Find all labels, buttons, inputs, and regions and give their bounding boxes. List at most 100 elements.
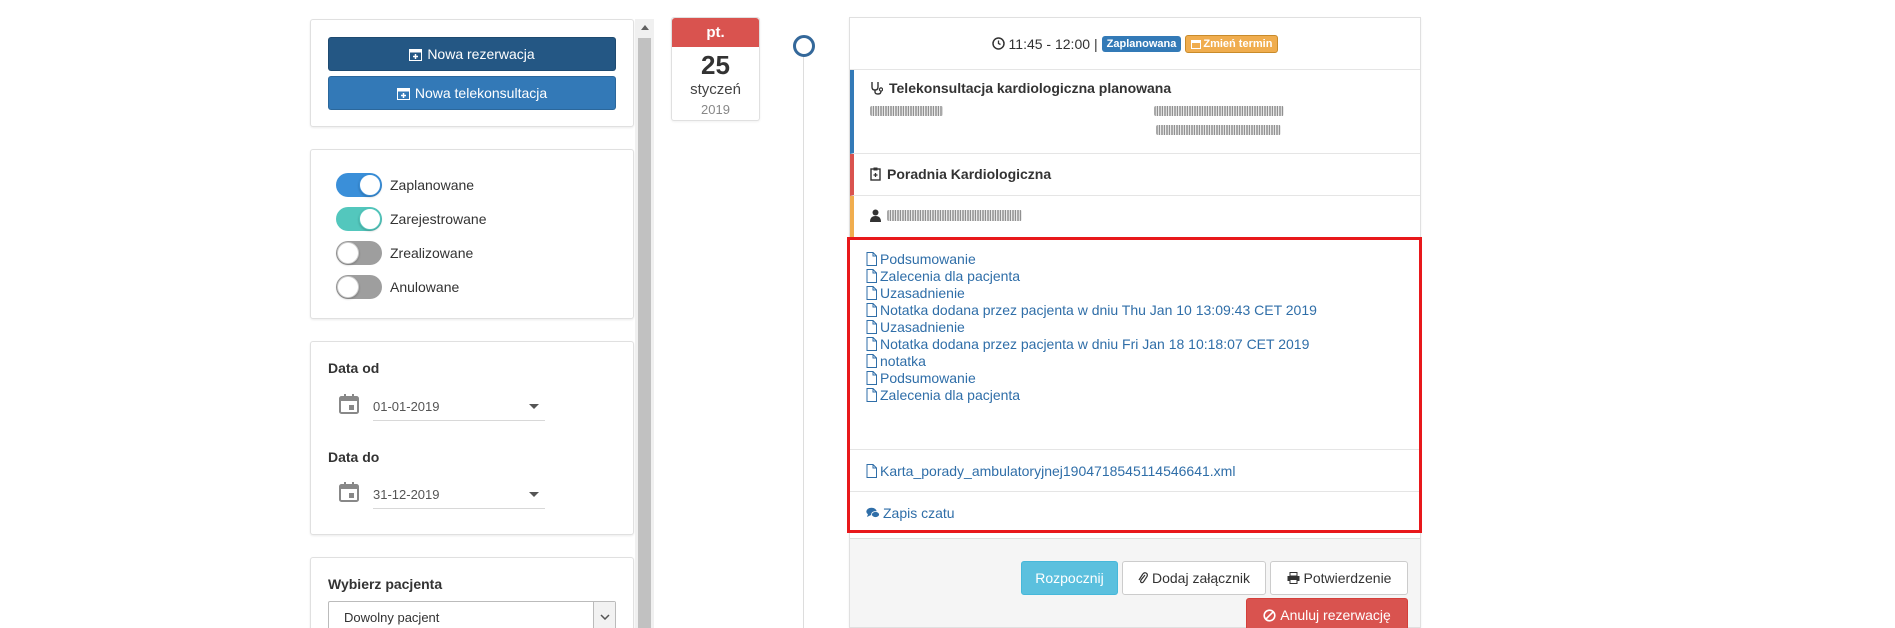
status-filters-panel: Zaplanowane Zarejestrowane Zrealizowane … xyxy=(310,149,634,319)
filter-label: Zarejestrowane xyxy=(390,211,487,227)
file-icon xyxy=(866,268,877,283)
time-separator: | xyxy=(1094,35,1098,52)
confirmation-button[interactable]: Potwierdzenie xyxy=(1270,561,1408,595)
chat-log-link[interactable]: Zapis czatu xyxy=(866,502,955,523)
reschedule-badge[interactable]: Zmień termin xyxy=(1185,34,1279,53)
file-icon xyxy=(866,463,877,478)
timeline-line xyxy=(803,55,804,628)
ban-icon xyxy=(1263,608,1276,622)
redacted-text xyxy=(1156,125,1281,135)
chevron-down-icon xyxy=(593,602,615,628)
patient-label: Wybierz pacjenta xyxy=(328,576,443,592)
redacted-text xyxy=(1154,106,1284,116)
day-number: 25 xyxy=(701,50,730,80)
documents-highlight-box: Podsumowanie Zalecenia dla pacjenta Uzas… xyxy=(847,237,1422,533)
file-icon xyxy=(866,336,877,351)
cancel-reservation-button[interactable]: Anuluj rezerwację xyxy=(1246,598,1408,628)
year: 2019 xyxy=(701,102,730,117)
clipboard-icon xyxy=(870,167,881,181)
doctor-section xyxy=(850,196,1420,238)
date-to-value: 31-12-2019 xyxy=(373,487,440,502)
clinic-name: Poradnia Kardiologiczna xyxy=(887,166,1052,182)
visit-time-row: 11:45 - 12:00 | Zaplanowana Zmień termin xyxy=(850,18,1420,70)
date-range-panel: Data od 01-01-2019 Data do 31-12-2019 xyxy=(310,341,634,535)
document-link[interactable]: Zalecenia dla pacjenta xyxy=(866,384,1020,405)
scroll-up-arrow-icon[interactable] xyxy=(635,19,654,36)
status-badge: Zaplanowana xyxy=(1101,35,1182,52)
cancel-reservation-label: Anuluj rezerwację xyxy=(1280,607,1391,623)
file-icon xyxy=(866,387,877,402)
document-link-label: Zalecenia dla pacjenta xyxy=(880,386,1021,403)
print-icon xyxy=(1287,572,1300,584)
file-icon xyxy=(866,285,877,300)
filter-label: Anulowane xyxy=(390,279,460,295)
reschedule-label: Zmień termin xyxy=(1203,37,1273,50)
calendar-icon xyxy=(339,482,359,502)
chat-log-label: Zapis czatu xyxy=(883,504,955,521)
new-teleconsultation-button[interactable]: Nowa telekonsultacja xyxy=(328,76,616,110)
filter-label: Zrealizowane xyxy=(390,245,474,261)
new-reservation-button[interactable]: Nowa rezerwacja xyxy=(328,37,616,71)
date-from-value: 01-01-2019 xyxy=(373,399,440,414)
file-icon xyxy=(866,319,877,334)
registered-toggle[interactable] xyxy=(336,207,382,231)
add-attachment-label: Dodaj załącznik xyxy=(1151,570,1251,586)
patient-selected-value: Dowolny pacjent xyxy=(344,609,440,625)
add-attachment-button[interactable]: Dodaj załącznik xyxy=(1122,561,1266,595)
date-from-label: Data od xyxy=(328,360,380,376)
start-button[interactable]: Rozpocznij xyxy=(1021,561,1118,595)
clinic-section: Poradnia Kardiologiczna xyxy=(850,154,1420,196)
date-to-label: Data do xyxy=(328,449,380,465)
filter-registered: Zarejestrowane xyxy=(336,207,487,231)
file-icon xyxy=(866,370,877,385)
month-name: styczeń xyxy=(690,81,741,98)
scrollbar-thumb[interactable] xyxy=(638,38,651,628)
file-icon xyxy=(866,353,877,368)
confirmation-label: Potwierdzenie xyxy=(1303,570,1392,586)
xml-file-link[interactable]: Karta_porady_ambulatoryjnej1904718545114… xyxy=(866,460,1235,481)
patient-select[interactable]: Dowolny pacjent xyxy=(328,601,616,628)
new-reservation-label: Nowa rezerwacja xyxy=(427,46,535,62)
date-from-input[interactable]: 01-01-2019 xyxy=(373,387,545,421)
date-to-field[interactable]: 31-12-2019 xyxy=(338,475,553,509)
paperclip-icon xyxy=(1138,571,1148,583)
file-icon xyxy=(866,302,877,317)
cancelled-toggle[interactable] xyxy=(336,275,382,299)
doctor-title xyxy=(870,209,1022,222)
redacted-doctor-name xyxy=(887,210,1022,221)
scheduled-toggle[interactable] xyxy=(336,173,382,197)
comments-icon xyxy=(866,507,880,518)
visit-type-text: Telekonsultacja kardiologiczna planowana xyxy=(889,80,1172,96)
document-link-label: Notatka dodana przez pacjenta w dniu Fri… xyxy=(880,335,1310,352)
completed-toggle[interactable] xyxy=(336,241,382,265)
visit-date-badge: pt. 25 styczeń 2019 xyxy=(671,17,760,121)
chevron-down-icon xyxy=(529,492,539,497)
document-link[interactable]: Notatka dodana przez pacjenta w dniu Fri… xyxy=(866,333,1309,354)
date-to-input[interactable]: 31-12-2019 xyxy=(373,475,545,509)
clinic-title: Poradnia Kardiologiczna xyxy=(870,166,1051,182)
clock-icon xyxy=(991,37,1005,50)
card-footer: Rozpocznij Dodaj załącznik Potwierdzenie… xyxy=(850,538,1420,628)
chevron-down-icon xyxy=(529,404,539,409)
calendar-plus-icon xyxy=(409,48,423,61)
divider xyxy=(850,449,1419,450)
filter-scheduled: Zaplanowane xyxy=(336,173,474,197)
filter-label: Zaplanowane xyxy=(390,177,475,193)
patient-panel: Wybierz pacjenta Dowolny pacjent xyxy=(310,557,634,628)
file-icon xyxy=(866,251,877,266)
calendar-icon xyxy=(339,394,359,414)
visit-type-section: Telekonsultacja kardiologiczna planowana xyxy=(850,70,1420,154)
timeline-dot xyxy=(793,35,815,57)
calendar-plus-icon xyxy=(396,87,410,100)
calendar-icon xyxy=(1191,39,1202,49)
date-from-field[interactable]: 01-01-2019 xyxy=(338,387,553,421)
stethoscope-icon xyxy=(871,82,883,95)
visit-type-title: Telekonsultacja kardiologiczna planowana xyxy=(870,80,1171,96)
actions-panel: Nowa rezerwacja Nowa telekonsultacja xyxy=(310,19,634,127)
redacted-text xyxy=(870,106,943,116)
visit-time: 11:45 - 12:00 xyxy=(1008,35,1091,52)
divider xyxy=(850,491,1419,492)
new-teleconsultation-label: Nowa telekonsultacja xyxy=(414,85,548,101)
filter-cancelled: Anulowane xyxy=(336,275,459,299)
xml-file-label: Karta_porady_ambulatoryjnej1904718545114… xyxy=(880,462,1236,479)
